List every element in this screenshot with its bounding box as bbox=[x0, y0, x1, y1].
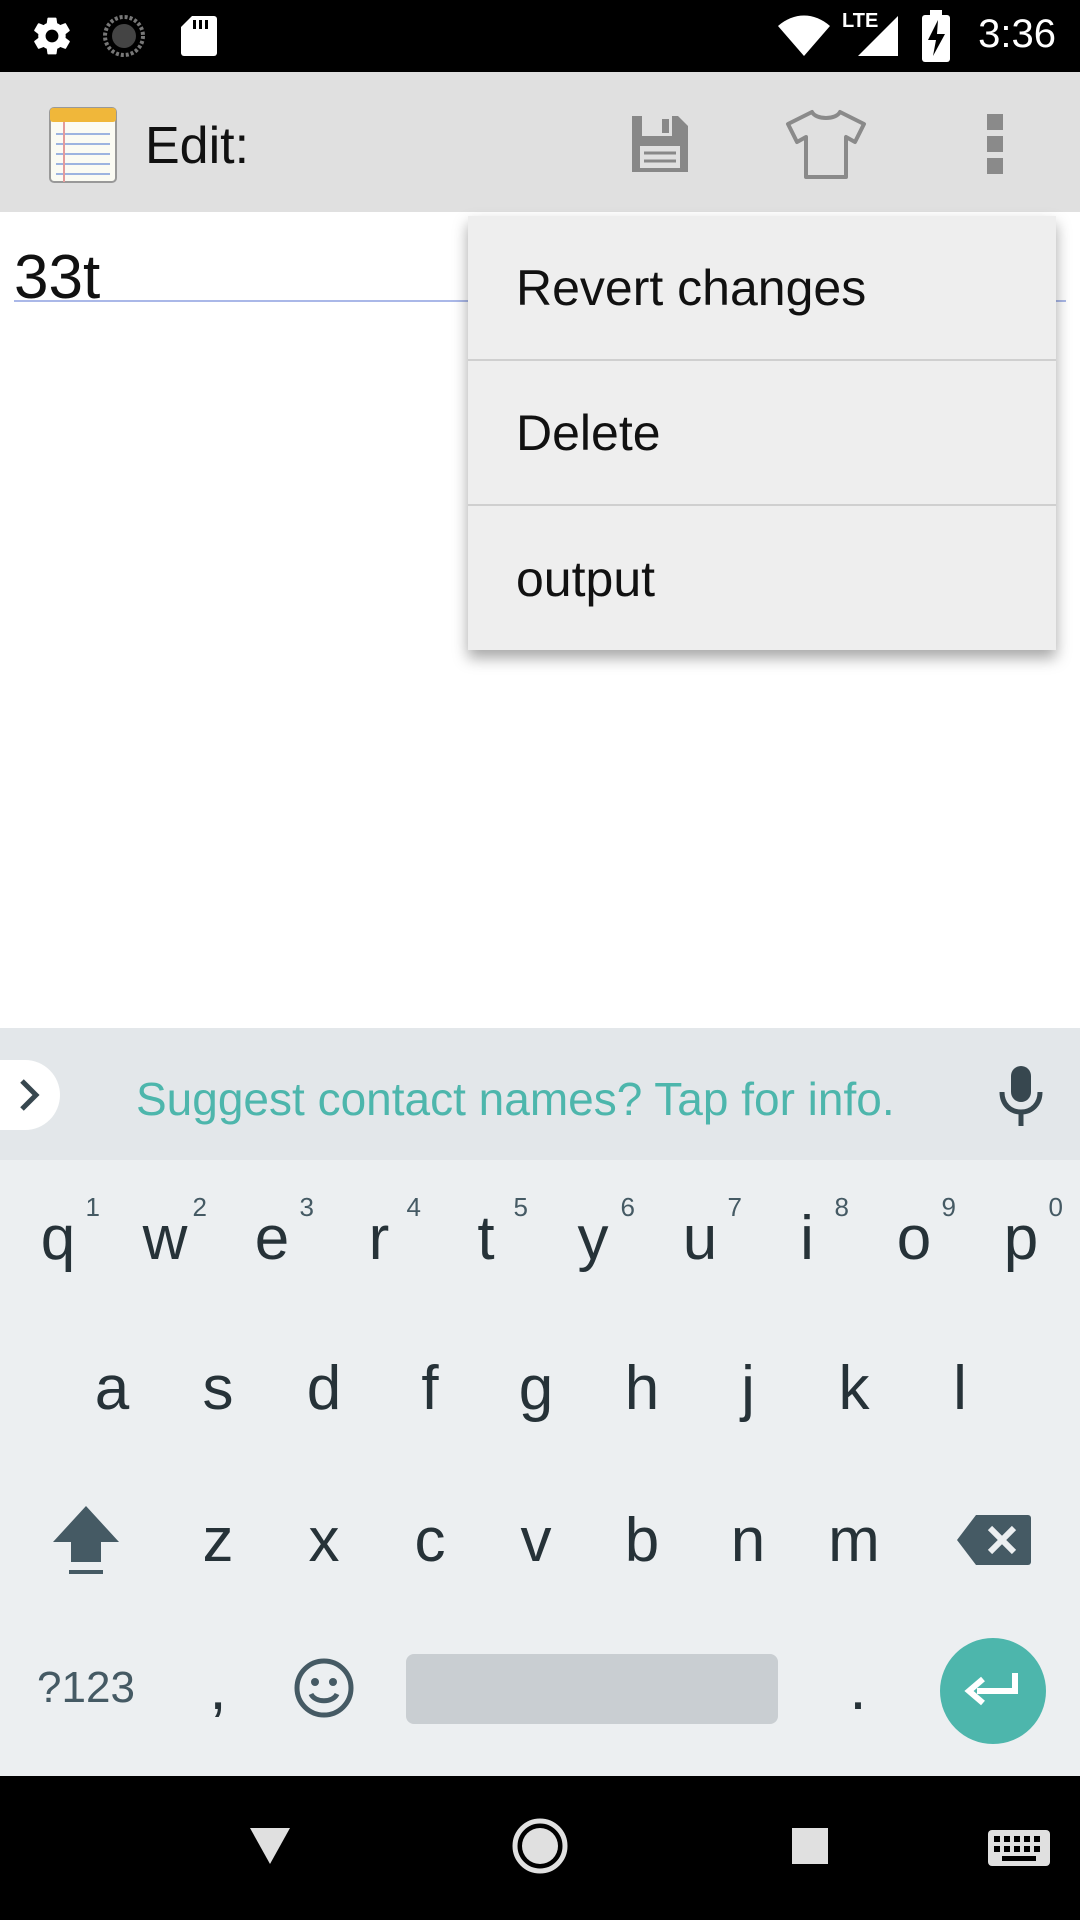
sync-icon bbox=[103, 15, 145, 57]
key-hint: 0 bbox=[1048, 1192, 1063, 1222]
key-y[interactable]: y6 bbox=[543, 1178, 643, 1298]
key-label: t bbox=[477, 1203, 495, 1273]
emoji-key[interactable] bbox=[274, 1628, 374, 1748]
key-g[interactable]: g bbox=[486, 1328, 586, 1448]
enter-key[interactable] bbox=[940, 1638, 1046, 1744]
menu-item-revert-changes[interactable]: Revert changes bbox=[468, 216, 1056, 361]
key-hint: 9 bbox=[941, 1192, 956, 1222]
key-v[interactable]: v bbox=[486, 1480, 586, 1600]
key-hint: 8 bbox=[834, 1192, 849, 1222]
key-i[interactable]: i8 bbox=[757, 1178, 857, 1298]
lte-signal-icon bbox=[858, 16, 898, 56]
key-w[interactable]: w2 bbox=[115, 1178, 215, 1298]
wifi-icon bbox=[778, 15, 830, 56]
key-n[interactable]: n bbox=[698, 1480, 798, 1600]
back-icon[interactable] bbox=[248, 1826, 292, 1866]
key-u[interactable]: u7 bbox=[650, 1178, 750, 1298]
key-hint: 6 bbox=[620, 1192, 635, 1222]
key-p[interactable]: p0 bbox=[971, 1178, 1071, 1298]
key-hint: 3 bbox=[299, 1192, 314, 1222]
key-f[interactable]: f bbox=[380, 1328, 480, 1448]
sd-card-icon bbox=[181, 16, 217, 56]
microphone-icon[interactable] bbox=[996, 1064, 1046, 1128]
emoji-smiley-icon bbox=[294, 1658, 354, 1718]
space-bar[interactable] bbox=[406, 1654, 778, 1724]
suggestion-text[interactable]: Suggest contact names? Tap for info. bbox=[136, 1072, 895, 1126]
key-label: u bbox=[682, 1203, 718, 1273]
save-icon[interactable] bbox=[624, 108, 696, 180]
notepad-logo-icon bbox=[49, 107, 117, 183]
overflow-menu-icon[interactable] bbox=[980, 108, 1010, 180]
key-a[interactable]: a bbox=[62, 1328, 162, 1448]
key-hint: 7 bbox=[727, 1192, 742, 1222]
key-label: y bbox=[577, 1203, 609, 1273]
comma-key[interactable]: , bbox=[168, 1628, 268, 1748]
key-l[interactable]: l bbox=[910, 1328, 1010, 1448]
suggestion-strip: Suggest contact names? Tap for info. bbox=[0, 1028, 1080, 1160]
key-label: o bbox=[896, 1203, 932, 1273]
overflow-popup-menu: Revert changes Delete output bbox=[468, 216, 1056, 650]
key-j[interactable]: j bbox=[698, 1328, 798, 1448]
key-c[interactable]: c bbox=[380, 1480, 480, 1600]
key-e[interactable]: e3 bbox=[222, 1178, 322, 1298]
key-label: p bbox=[1003, 1203, 1039, 1273]
battery-charging-icon bbox=[922, 10, 950, 62]
key-x[interactable]: x bbox=[274, 1480, 374, 1600]
key-r[interactable]: r4 bbox=[329, 1178, 429, 1298]
key-label: q bbox=[40, 1203, 76, 1273]
chevron-right-icon bbox=[20, 1079, 40, 1111]
shift-key[interactable] bbox=[36, 1480, 136, 1600]
key-hint: 2 bbox=[192, 1192, 207, 1222]
key-d[interactable]: d bbox=[274, 1328, 374, 1448]
page-title: Edit: bbox=[145, 117, 250, 175]
menu-item-output[interactable]: output bbox=[468, 506, 1056, 651]
app-bar: Edit: bbox=[0, 72, 1080, 212]
shift-arrow-icon bbox=[53, 1506, 119, 1574]
enter-arrow-icon bbox=[964, 1673, 1018, 1706]
key-hint: 5 bbox=[513, 1192, 528, 1222]
key-z[interactable]: z bbox=[168, 1480, 268, 1600]
key-t[interactable]: t5 bbox=[436, 1178, 536, 1298]
key-label: w bbox=[142, 1203, 188, 1273]
key-hint: 1 bbox=[85, 1192, 100, 1222]
menu-item-delete[interactable]: Delete bbox=[468, 361, 1056, 506]
key-b[interactable]: b bbox=[592, 1480, 692, 1600]
keyboard-switch-icon[interactable] bbox=[986, 1828, 1052, 1868]
key-label: e bbox=[254, 1203, 290, 1273]
key-o[interactable]: o9 bbox=[864, 1178, 964, 1298]
navigation-bar bbox=[0, 1776, 1080, 1920]
recents-icon[interactable] bbox=[790, 1826, 830, 1866]
home-icon[interactable] bbox=[512, 1818, 568, 1874]
soft-keyboard: Suggest contact names? Tap for info. q1 … bbox=[0, 1028, 1080, 1776]
expand-suggestions-button[interactable] bbox=[0, 1060, 60, 1130]
key-k[interactable]: k bbox=[804, 1328, 904, 1448]
note-text-field[interactable]: 33t bbox=[14, 242, 100, 313]
period-key[interactable]: . bbox=[808, 1628, 908, 1748]
status-time: 3:36 bbox=[978, 12, 1056, 56]
key-label: r bbox=[368, 1203, 390, 1273]
theme-icon[interactable] bbox=[784, 108, 868, 180]
key-h[interactable]: h bbox=[592, 1328, 692, 1448]
key-label: i bbox=[800, 1203, 814, 1273]
key-q[interactable]: q1 bbox=[8, 1178, 108, 1298]
key-s[interactable]: s bbox=[168, 1328, 268, 1448]
key-m[interactable]: m bbox=[804, 1480, 904, 1600]
symbols-key[interactable]: ?123 bbox=[26, 1628, 146, 1748]
backspace-key[interactable] bbox=[944, 1480, 1044, 1600]
key-hint: 4 bbox=[406, 1192, 421, 1222]
status-bar: LTE 3:36 bbox=[0, 0, 1080, 72]
backspace-icon bbox=[957, 1515, 1031, 1565]
settings-icon bbox=[34, 17, 70, 55]
